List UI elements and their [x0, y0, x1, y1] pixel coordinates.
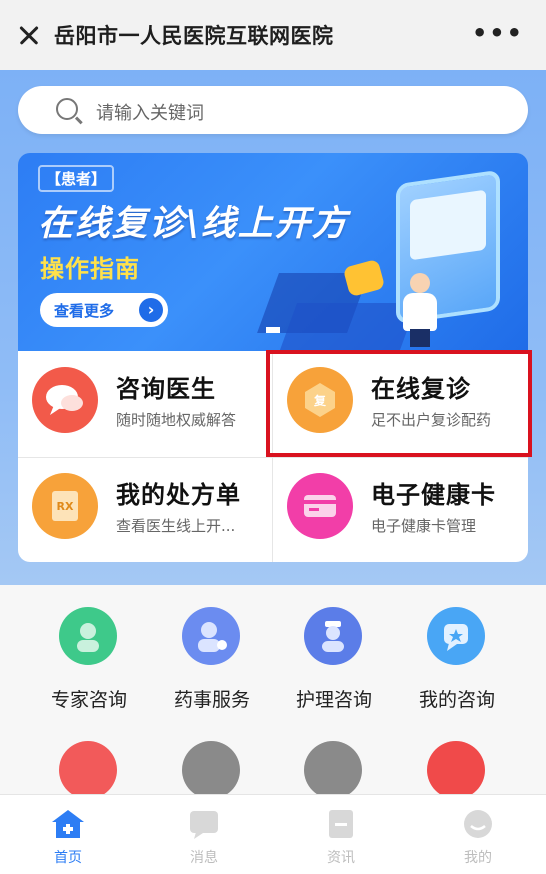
- tab-label: 资讯: [327, 850, 355, 866]
- tab-label: 首页: [54, 850, 82, 866]
- service-desc: 查看医生线上开...: [116, 517, 236, 535]
- tab-profile[interactable]: 我的: [410, 795, 546, 874]
- page-title: 岳阳市一人民医院互联网医院: [54, 24, 334, 48]
- doctor-icon[interactable]: [182, 741, 240, 799]
- banner-title: 在线复诊\线上开方: [38, 204, 349, 244]
- quick-action-nursing-consult[interactable]: 护理咨询: [274, 585, 394, 711]
- close-icon[interactable]: [14, 20, 44, 50]
- bottom-tab-bar: 首页 消息 资讯 我的: [0, 794, 546, 874]
- my-consult-icon: [427, 607, 485, 665]
- quick-actions: 专家咨询 药事服务 护理咨询 我的咨询: [0, 585, 546, 799]
- arrow-right-icon: ›: [139, 298, 163, 322]
- quick-action-label: 我的咨询: [418, 689, 495, 711]
- quick-action-label: 护理咨询: [295, 689, 372, 711]
- illustration-dash: [266, 327, 280, 333]
- doctor-illustration-head: [410, 273, 430, 293]
- quick-action-my-consult[interactable]: 我的咨询: [397, 585, 517, 711]
- banner-tag: 【患者】: [38, 165, 115, 192]
- pharmacy-service-icon: [182, 607, 240, 665]
- expert-consult-icon: [59, 607, 117, 665]
- banner-subtitle: 操作指南: [40, 255, 140, 283]
- view-more-button[interactable]: 查看更多 ›: [40, 293, 168, 327]
- red-flower-icon[interactable]: [427, 741, 485, 799]
- promo-banner[interactable]: 【患者】 在线复诊\线上开方 操作指南 查看更多 ›: [18, 153, 528, 351]
- pill-illustration: [342, 258, 386, 298]
- more-options-button[interactable]: •••: [472, 21, 524, 45]
- tab-label: 我的: [464, 850, 492, 866]
- nursing-consult-icon: [304, 607, 362, 665]
- tab-home[interactable]: 首页: [0, 795, 136, 874]
- news-icon: [323, 807, 359, 841]
- phone-screen-illustration: [410, 189, 486, 261]
- health-card-icon: [287, 473, 353, 539]
- quick-action-label: 专家咨询: [50, 689, 127, 711]
- chat-bubbles-icon: [32, 367, 98, 433]
- service-my-prescription[interactable]: RX 我的处方单 查看医生线上开...: [18, 457, 273, 562]
- service-desc: 电子健康卡管理: [371, 517, 477, 535]
- service-title: 咨询医生: [116, 375, 216, 403]
- tab-news[interactable]: 资讯: [273, 795, 409, 874]
- home-icon: [50, 807, 86, 841]
- highlight-box: [266, 350, 532, 457]
- monitor-icon[interactable]: [304, 741, 362, 799]
- tab-messages[interactable]: 消息: [136, 795, 272, 874]
- message-icon: [186, 807, 222, 841]
- red-service-icon[interactable]: [59, 741, 117, 799]
- search-icon: [56, 98, 78, 120]
- prescription-glyph: RX: [56, 499, 74, 513]
- quick-action-label: 药事服务: [173, 689, 250, 711]
- service-consult-doctor[interactable]: 咨询医生 随时随地权威解答: [18, 351, 273, 456]
- doctor-illustration-legs: [410, 329, 430, 347]
- tab-label: 消息: [190, 850, 218, 866]
- doctor-illustration-body: [403, 293, 437, 331]
- search-placeholder: 请输入关键词: [96, 103, 204, 124]
- top-bar: 岳阳市一人民医院互联网医院 •••: [0, 0, 546, 70]
- service-desc: 随时随地权威解答: [116, 411, 237, 429]
- service-title: 电子健康卡: [371, 481, 496, 509]
- quick-action-expert-consult[interactable]: 专家咨询: [29, 585, 149, 711]
- service-health-card[interactable]: 电子健康卡 电子健康卡管理: [273, 457, 528, 562]
- search-input[interactable]: 请输入关键词: [18, 86, 528, 134]
- quick-action-pharmacy-service[interactable]: 药事服务: [152, 585, 272, 711]
- prescription-icon: RX: [32, 473, 98, 539]
- profile-icon: [460, 807, 496, 841]
- service-title: 我的处方单: [116, 481, 241, 509]
- view-more-label: 查看更多: [54, 302, 115, 320]
